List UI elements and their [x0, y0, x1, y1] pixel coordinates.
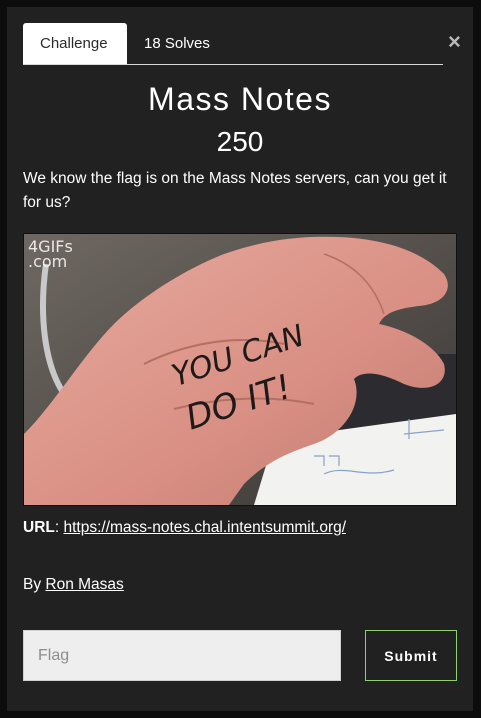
challenge-title: Mass Notes: [148, 81, 332, 117]
close-icon[interactable]: ×: [448, 31, 461, 53]
challenge-image: YOU CAN DO IT! 4GIFs .com: [23, 233, 457, 506]
author-link[interactable]: Ron Masas: [45, 576, 123, 593]
svg-text:.com: .com: [28, 252, 67, 271]
url-separator: :: [54, 519, 60, 536]
url-label: URL: [23, 519, 55, 536]
tab-challenge[interactable]: Challenge: [23, 23, 127, 64]
challenge-description: We know the flag is on the Mass Notes se…: [23, 170, 447, 211]
challenge-url-line: URL: https://mass-notes.chal.intentsummi…: [23, 519, 346, 537]
flag-input[interactable]: [23, 630, 341, 681]
submit-button[interactable]: Submit: [365, 630, 457, 681]
tab-bar: Challenge 18 Solves: [23, 23, 443, 65]
by-label: By: [23, 576, 42, 593]
challenge-modal: × Challenge 18 Solves Mass Notes 250 We …: [7, 7, 473, 711]
tab-solves[interactable]: 18 Solves: [127, 23, 227, 64]
author-line: By Ron Masas: [23, 576, 124, 594]
challenge-points: 250: [216, 126, 264, 157]
challenge-url-link[interactable]: https://mass-notes.chal.intentsummit.org…: [63, 519, 346, 536]
